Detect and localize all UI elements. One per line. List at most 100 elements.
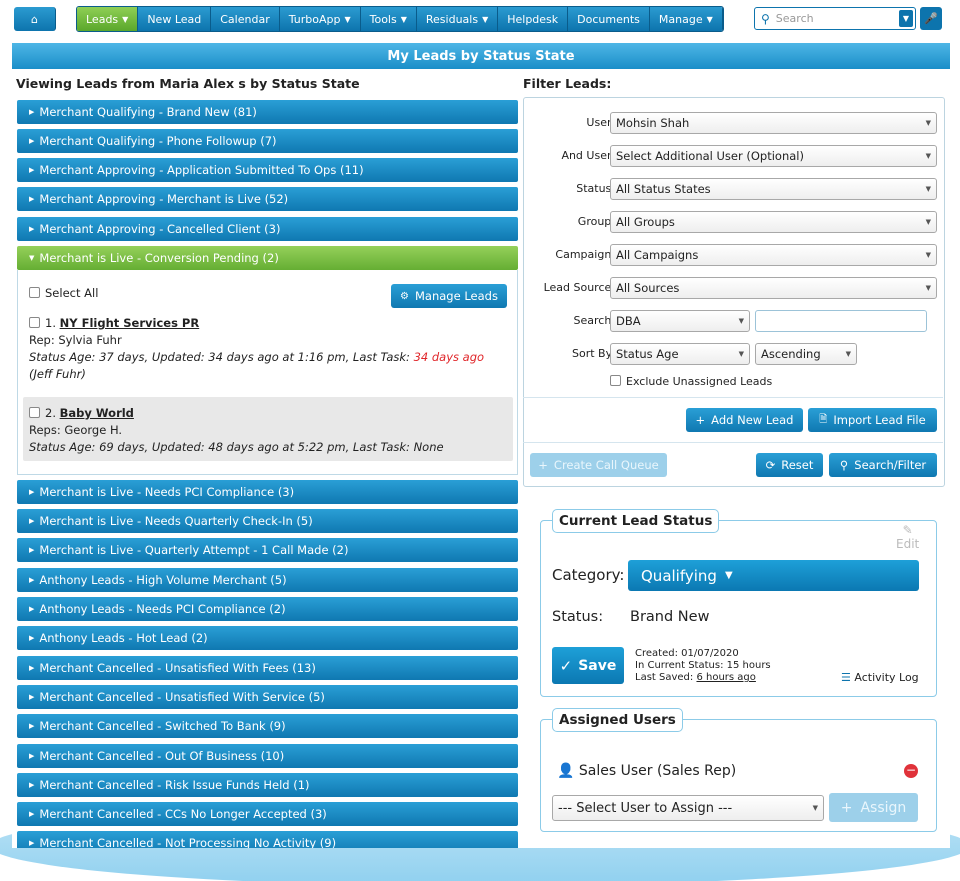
and-user-select[interactable]: Select Additional User (Optional) ▼ (610, 145, 937, 167)
lead-checkbox[interactable] (29, 317, 40, 328)
lead-checkbox[interactable] (29, 407, 40, 418)
edit-button[interactable]: ✎ Edit (896, 523, 919, 551)
import-lead-file-button[interactable]: 🗎 Import Lead File (808, 408, 937, 432)
in-current-status: In Current Status: 15 hours (635, 660, 771, 671)
category-dropdown[interactable]: Qualifying ▼ (628, 560, 919, 591)
search-text-input[interactable] (755, 310, 927, 332)
status-group-label: Merchant Cancelled - CCs No Longer Accep… (39, 807, 327, 821)
nav-tools[interactable]: Tools ▼ (360, 7, 417, 31)
save-button[interactable]: ✓ Save (552, 647, 624, 684)
status-group[interactable]: ▶ Anthony Leads - High Volume Merchant (5… (17, 568, 518, 592)
lead-item: 2. Baby World Reps: George H. Status Age… (29, 405, 515, 456)
activity-log-label: Activity Log (854, 671, 919, 684)
lead-source-label: Lead Source: (543, 281, 615, 294)
status-group[interactable]: ▶ Merchant Cancelled - Not Processing No … (17, 831, 518, 848)
microphone-button[interactable]: 🎤 (920, 7, 942, 30)
status-group[interactable]: ▶ Anthony Leads - Hot Lead (2) (17, 626, 518, 650)
caret-right-icon: ▶ (29, 634, 35, 642)
create-call-queue-button[interactable]: + Create Call Queue (530, 453, 667, 477)
edit-label: Edit (896, 537, 920, 551)
select-user-dropdown[interactable]: --- Select User to Assign --- ▼ (552, 795, 824, 821)
divider (523, 442, 943, 443)
home-button[interactable]: ⌂ (14, 7, 56, 31)
nav-residuals[interactable]: Residuals ▼ (416, 7, 499, 31)
status-group[interactable]: ▶ Merchant Cancelled - Unsatisfied With F… (17, 656, 518, 680)
caret-right-icon: ▶ (29, 166, 35, 174)
select-all-checkbox[interactable] (29, 287, 40, 298)
search-filter-button[interactable]: ⚲ Search/Filter (829, 453, 937, 477)
nav-manage[interactable]: Manage ▼ (649, 7, 723, 31)
chevron-down-icon: ▼ (845, 350, 851, 358)
status-group[interactable]: ▶ Merchant Approving - Merchant is Live (… (17, 187, 518, 211)
status-group-label: Merchant Cancelled - Switched To Bank (9… (39, 719, 286, 733)
campaign-select[interactable]: All Campaigns ▼ (610, 244, 937, 266)
search-dropdown-button[interactable]: ▼ (899, 10, 913, 27)
pencil-icon: ✎ (902, 523, 913, 537)
lead-source-select[interactable]: All Sources ▼ (610, 277, 937, 299)
status-group[interactable]: ▶ Merchant Approving - Cancelled Client (… (17, 217, 518, 241)
home-icon: ⌂ (31, 12, 38, 26)
search-icon: ⚲ (839, 458, 849, 472)
status-group[interactable]: ▶ Merchant Approving - Application Submit… (17, 158, 518, 182)
status-group[interactable]: ▶ Merchant Qualifying - Phone Followup (7… (17, 129, 518, 153)
status-group[interactable]: ▶ Merchant Cancelled - Out Of Business (1… (17, 744, 518, 768)
user-select[interactable]: Mohsin Shah ▼ (610, 112, 937, 134)
chevron-down-icon: ▼ (925, 284, 931, 292)
app-shell: ⌂ Leads ▼ New Lead Calendar TurboApp ▼ Too… (0, 0, 960, 881)
status-group-label: Anthony Leads - Hot Lead (2) (39, 631, 208, 645)
chevron-down-icon: ▼ (122, 14, 129, 24)
status-group[interactable]: ▶ Merchant is Live - Needs Quarterly Chec… (17, 509, 518, 533)
status-group[interactable]: ▶ Merchant Cancelled - Switched To Bank (… (17, 714, 518, 738)
status-select[interactable]: All Status States ▼ (610, 178, 937, 200)
status-group[interactable]: ▶ Merchant is Live - Quarterly Attempt - … (17, 538, 518, 562)
nav-helpdesk[interactable]: Helpdesk (498, 7, 569, 31)
status-group[interactable]: ▶ Merchant Cancelled - CCs No Longer Acce… (17, 802, 518, 826)
group-select[interactable]: All Groups ▼ (610, 211, 937, 233)
leads-heading: Viewing Leads from Maria Alex s by Statu… (16, 76, 360, 91)
nav-new-lead[interactable]: New Lead (138, 7, 212, 31)
lead-name-link[interactable]: Baby World (60, 406, 134, 420)
remove-user-icon[interactable]: − (904, 764, 918, 778)
assign-button[interactable]: + Assign (829, 793, 918, 822)
chevron-down-icon: ▼ (344, 14, 351, 24)
status-group-label: Merchant Cancelled - Risk Issue Funds He… (39, 778, 310, 792)
chevron-down-icon: ▼ (482, 14, 489, 24)
exclude-unassigned[interactable]: Exclude Unassigned Leads (610, 375, 772, 388)
chevron-down-icon: ▼ (925, 152, 931, 160)
nav-calendar[interactable]: Calendar (211, 7, 280, 31)
status-group[interactable]: ▶ Merchant is Live - Needs PCI Compliance… (17, 480, 518, 504)
status-group-label: Merchant is Live - Needs PCI Compliance … (39, 485, 295, 499)
save-label: Save (578, 657, 617, 674)
lead-name-link[interactable]: NY Flight Services PR (60, 316, 200, 330)
sort-order-select[interactable]: Ascending ▼ (755, 343, 857, 365)
nav-documents[interactable]: Documents (568, 7, 650, 31)
manage-leads-label: Manage Leads (415, 289, 498, 303)
last-saved-link[interactable]: 6 hours ago (696, 672, 755, 683)
search-input[interactable]: ⚲ Search ▼ (754, 7, 916, 30)
status-group[interactable]: ▶ Merchant Cancelled - Risk Issue Funds H… (17, 773, 518, 797)
status-group-open[interactable]: ▼ Merchant is Live - Conversion Pending (… (17, 246, 518, 270)
exclude-unassigned-checkbox[interactable] (610, 375, 621, 386)
nav-turboapp[interactable]: TurboApp ▼ (279, 7, 361, 31)
lead-number: 2. (45, 406, 56, 420)
manage-leads-button[interactable]: ⚙ Manage Leads (391, 284, 507, 308)
nav-leads[interactable]: Leads ▼ (77, 7, 139, 31)
reset-button[interactable]: ⟳ Reset (756, 453, 823, 477)
search-field-select[interactable]: DBA ▼ (610, 310, 750, 332)
activity-log-link[interactable]: ☰ Activity Log (841, 672, 919, 684)
status-group[interactable]: ▶ Merchant Cancelled - Unsatisfied With S… (17, 685, 518, 709)
divider (523, 397, 943, 398)
caret-right-icon: ▶ (29, 137, 35, 145)
search-filter-label: Search/Filter (854, 458, 927, 472)
add-new-lead-button[interactable]: + Add New Lead (686, 408, 803, 432)
status-group-label: Merchant Qualifying - Phone Followup (7) (39, 134, 277, 148)
select-all[interactable]: Select All (29, 286, 98, 300)
create-call-queue-label: Create Call Queue (553, 458, 659, 472)
nav-residuals-label: Residuals (425, 12, 479, 26)
caret-right-icon: ▶ (29, 605, 35, 613)
status-group[interactable]: ▶ Anthony Leads - Needs PCI Compliance (2… (17, 597, 518, 621)
status-group[interactable]: ▶ Merchant Qualifying - Brand New (81) (17, 100, 518, 124)
user-select-value: Mohsin Shah (616, 116, 690, 130)
sort-by-select[interactable]: Status Age ▼ (610, 343, 750, 365)
search-label: Search: (573, 314, 616, 327)
